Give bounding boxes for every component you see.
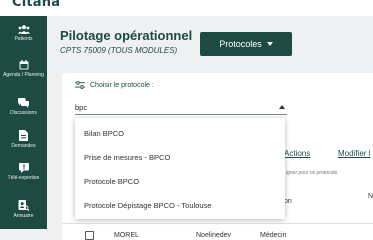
dropdown-option[interactable]: Protocole Dépistage BPCO - Toulouse bbox=[75, 193, 285, 217]
sidebar-item-label: Demandes bbox=[11, 143, 36, 149]
choose-protocol-row: Choisir le protocole : bbox=[75, 81, 154, 89]
actions-link[interactable]: Actions bbox=[284, 149, 310, 158]
sidebar-item-demandes[interactable]: Demandes bbox=[0, 130, 47, 149]
protocol-search-value: bpc bbox=[75, 103, 88, 112]
sidebar: Patients Agenda / Planning Discussions D… bbox=[0, 16, 47, 229]
hint-text: igner pour ce protocole. bbox=[286, 170, 339, 176]
page-subtitle: CPTS 75009 (TOUS MODULES) bbox=[60, 46, 178, 55]
sidebar-item-annuaire[interactable]: Annuaire bbox=[0, 200, 47, 219]
dropdown-option[interactable]: Bilan BPCO bbox=[75, 121, 285, 145]
choose-protocol-label: Choisir le protocole : bbox=[90, 81, 154, 89]
protocols-button-label: Protocoles bbox=[219, 39, 262, 49]
sidebar-item-label: Annuaire bbox=[13, 213, 34, 219]
row-firstname: Noelinedev bbox=[196, 232, 232, 239]
caret-down-icon bbox=[266, 42, 273, 46]
sidebar-item-label: Patients bbox=[14, 36, 33, 42]
chat-icon bbox=[18, 98, 29, 108]
protocol-search-input[interactable]: bpc bbox=[75, 101, 287, 115]
modify-link[interactable]: Modifier l bbox=[338, 149, 370, 158]
sidebar-item-label: Télé-expertise bbox=[7, 175, 40, 181]
row-name: MOREL bbox=[114, 232, 139, 239]
filter-sliders-icon bbox=[75, 81, 85, 89]
sidebar-item-patients[interactable]: Patients bbox=[0, 25, 47, 42]
app-logo[interactable]: Citana bbox=[12, 0, 60, 10]
protocol-dropdown: Bilan BPCO Prise de mesures - BPCO Proto… bbox=[75, 118, 285, 219]
page-title: Pilotage opérationnel bbox=[60, 28, 193, 43]
table-row[interactable]: MOREL Noelinedev Médecin bbox=[62, 223, 373, 240]
sidebar-item-label: Discussions bbox=[10, 110, 37, 116]
sidebar-item-discussions[interactable]: Discussions bbox=[0, 98, 47, 116]
column-header: on bbox=[284, 198, 292, 205]
sidebar-item-tele-expertise[interactable]: Télé-expertise bbox=[0, 163, 47, 181]
directory-icon bbox=[18, 200, 29, 211]
caret-up-icon[interactable] bbox=[279, 105, 285, 109]
logo-strip: Citana bbox=[0, 0, 373, 16]
people-icon bbox=[17, 25, 30, 34]
alert-chat-icon bbox=[18, 163, 29, 173]
sidebar-item-label: Agenda / Planning bbox=[3, 72, 44, 78]
dropdown-option[interactable]: Prise de mesures - BPCO bbox=[75, 145, 285, 169]
app-root: Citana Patients Agenda / Planning Discus… bbox=[0, 0, 373, 240]
row-checkbox[interactable] bbox=[85, 231, 94, 240]
row-role: Médecin bbox=[260, 232, 287, 239]
dropdown-option[interactable]: Protocole BPCO bbox=[75, 169, 285, 193]
sidebar-item-agenda[interactable]: Agenda / Planning bbox=[0, 60, 47, 78]
column-header: N bbox=[368, 193, 373, 200]
calendar-icon bbox=[19, 60, 28, 70]
document-icon bbox=[19, 130, 28, 141]
protocols-button[interactable]: Protocoles bbox=[200, 32, 292, 56]
